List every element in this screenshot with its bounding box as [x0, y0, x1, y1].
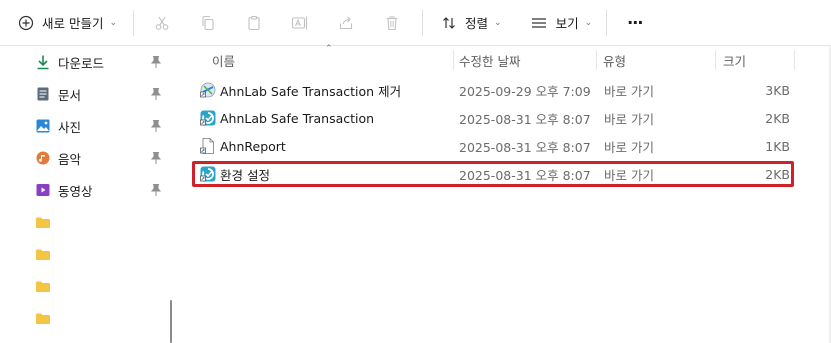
share-button[interactable] — [330, 7, 362, 39]
rename-button[interactable] — [284, 7, 316, 39]
trash-icon — [384, 15, 400, 31]
scissors-icon — [154, 15, 170, 31]
pin-icon[interactable] — [150, 119, 162, 133]
sidebar-item-label: 다운로드 — [58, 55, 105, 71]
command-bar: 새로 만들기 ⌄ 정렬 ⌄ 보기 ⌄ ··· — [0, 0, 831, 46]
view-button[interactable]: 보기 ⌄ — [522, 7, 601, 39]
rename-icon — [291, 15, 309, 31]
column-header-type[interactable]: 유형 — [603, 46, 713, 74]
clipboard-icon — [246, 15, 262, 31]
column-divider[interactable] — [596, 50, 597, 70]
file-name: AhnReport — [220, 138, 286, 154]
more-options-button[interactable]: ··· — [619, 7, 650, 39]
new-button[interactable]: 새로 만들기 ⌄ — [10, 7, 125, 39]
pin-icon[interactable] — [150, 55, 162, 69]
file-size: 2KB — [765, 166, 790, 182]
pictures-icon — [36, 119, 50, 133]
sidebar-item-pictures[interactable]: 사진 — [36, 114, 162, 138]
file-row[interactable]: 환경 설정 2025-08-31 오후 8:07 바로 가기 2KB — [194, 161, 794, 187]
delete-button[interactable] — [376, 7, 408, 39]
uninstall-shortcut-icon — [200, 82, 216, 98]
music-icon — [36, 151, 50, 165]
pin-icon[interactable] — [150, 87, 162, 101]
paste-button[interactable] — [238, 7, 270, 39]
column-header-row: ⌃ 이름 수정한 날짜 유형 크기 — [182, 44, 831, 74]
file-type: 바로 가기 — [604, 167, 654, 183]
column-divider[interactable] — [453, 50, 454, 70]
column-size-label: 크기 — [723, 53, 747, 69]
folder-icon[interactable] — [36, 249, 50, 260]
view-list-icon — [530, 15, 548, 31]
chevron-down-icon: ⌄ — [109, 17, 118, 28]
sort-arrows-icon — [441, 15, 457, 31]
sidebar-item-music[interactable]: 음악 — [36, 146, 162, 170]
document-icon — [36, 86, 50, 102]
sidebar-item-videos[interactable]: 동영상 — [36, 178, 162, 202]
folder-icon[interactable] — [36, 217, 50, 228]
sidebar-scrollbar[interactable] — [170, 300, 172, 343]
toolbar-divider — [422, 9, 424, 36]
file-row[interactable]: AhnLab Safe Transaction 제거 2025-09-29 오후… — [194, 77, 794, 103]
file-size: 1KB — [765, 138, 790, 154]
more-icon: ··· — [627, 13, 643, 32]
cut-button[interactable] — [146, 7, 178, 39]
folder-icon[interactable] — [36, 313, 50, 324]
plus-circle-icon — [18, 15, 34, 31]
file-name: AhnLab Safe Transaction — [220, 110, 375, 126]
file-type: 바로 가기 — [604, 83, 654, 99]
navigation-pane: 다운로드 문서 사진 음악 동영상 — [0, 46, 172, 343]
ahnlab-shortcut-icon — [200, 110, 216, 126]
file-row[interactable]: AhnReport 2025-08-31 오후 8:07 바로 가기 1KB — [194, 133, 794, 159]
sidebar-item-downloads[interactable]: 다운로드 — [36, 50, 162, 74]
view-button-label: 보기 — [555, 16, 579, 31]
column-divider[interactable] — [794, 50, 795, 70]
share-icon — [338, 15, 354, 31]
pin-icon[interactable] — [150, 151, 162, 165]
toolbar-divider — [606, 9, 608, 36]
video-icon — [36, 183, 50, 197]
file-size: 2KB — [765, 110, 790, 126]
sidebar-item-label: 문서 — [58, 87, 82, 103]
column-name-label: 이름 — [212, 53, 236, 69]
file-type: 바로 가기 — [604, 111, 654, 127]
pin-icon[interactable] — [150, 183, 162, 197]
chevron-down-icon: ⌄ — [584, 17, 593, 28]
column-header-name[interactable]: 이름 — [212, 46, 452, 74]
chevron-down-icon: ⌄ — [494, 17, 502, 28]
folder-icon[interactable] — [36, 281, 50, 292]
sidebar-item-label: 음악 — [58, 151, 82, 167]
new-button-label: 새로 만들기 — [42, 16, 104, 31]
file-type: 바로 가기 — [604, 139, 654, 155]
file-name: AhnLab Safe Transaction 제거 — [220, 83, 402, 99]
file-date: 2025-08-31 오후 8:07 — [459, 167, 591, 183]
file-date: 2025-09-29 오후 7:09 — [459, 83, 591, 99]
column-date-label: 수정한 날짜 — [459, 53, 521, 69]
ahnlab-shortcut-icon — [200, 166, 216, 182]
sort-button-label: 정렬 — [465, 16, 489, 31]
file-name: 환경 설정 — [220, 167, 270, 183]
sidebar-item-label: 동영상 — [58, 183, 93, 199]
download-icon — [36, 54, 50, 70]
sidebar-item-label: 사진 — [58, 119, 82, 135]
sidebar-item-documents[interactable]: 문서 — [36, 82, 162, 106]
file-shortcut-icon — [200, 138, 216, 154]
column-type-label: 유형 — [603, 53, 627, 69]
sort-button[interactable]: 정렬 ⌄ — [433, 7, 510, 39]
toolbar-divider — [133, 9, 135, 36]
copy-icon — [200, 15, 216, 31]
copy-button[interactable] — [192, 7, 224, 39]
file-date: 2025-08-31 오후 8:07 — [459, 139, 591, 155]
column-header-size[interactable]: 크기 — [723, 46, 803, 74]
file-size: 3KB — [765, 82, 790, 98]
file-date: 2025-08-31 오후 8:07 — [459, 111, 591, 127]
column-divider[interactable] — [715, 50, 716, 70]
file-row[interactable]: AhnLab Safe Transaction 2025-08-31 오후 8:… — [194, 105, 794, 131]
column-header-date[interactable]: 수정한 날짜 — [459, 46, 597, 74]
